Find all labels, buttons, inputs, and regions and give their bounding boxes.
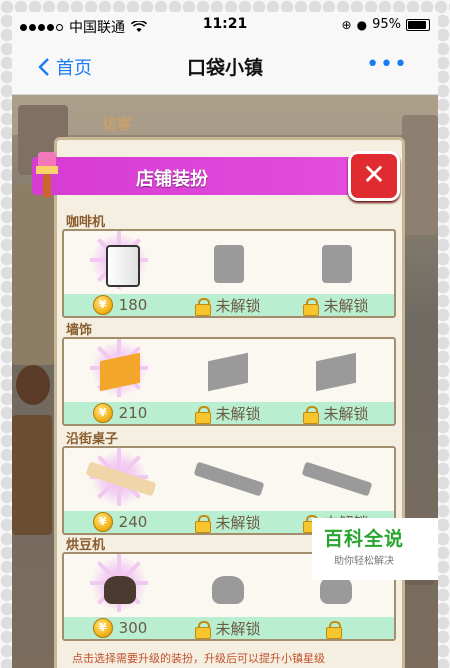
section-label: 沿街桌子 bbox=[66, 432, 119, 447]
locked-label: 未解锁 bbox=[215, 513, 261, 532]
lock-icon bbox=[303, 405, 320, 424]
item-footer: 未解锁 bbox=[178, 619, 278, 639]
item-price: 210 bbox=[118, 404, 148, 422]
lock-icon bbox=[195, 620, 212, 639]
status-bar: 中国联通 11:21 ⊕ ● 95% bbox=[12, 12, 438, 38]
shop-wall-left bbox=[12, 185, 54, 365]
lock-icon bbox=[195, 297, 212, 316]
roaster-icon bbox=[104, 576, 136, 604]
item-footer: 未解锁 bbox=[178, 513, 278, 533]
phone-screen: 中国联通 11:21 ⊕ ● 95% 首页 口袋小镇 ••• 访客 店铺装扮 ✕… bbox=[12, 12, 438, 668]
decor-card: ¥180 未解锁 未解锁 bbox=[62, 229, 396, 318]
coin-icon: ¥ bbox=[92, 618, 113, 638]
alarm-icon: ● bbox=[356, 17, 368, 32]
roaster-locked-icon bbox=[212, 576, 244, 604]
locked-label: 未解锁 bbox=[215, 619, 261, 638]
game-canvas: 访客 店铺装扮 ✕ 咖啡机 ¥180 未解锁 未解锁 墙饰 ¥210 未解锁 未解锁 沿街桌子 ¥… bbox=[12, 95, 438, 668]
watermark-subtitle: 助你轻松解决 bbox=[334, 556, 394, 567]
decor-item-locked[interactable]: 未解锁 bbox=[286, 339, 386, 424]
wall-decor-locked-icon bbox=[208, 352, 248, 392]
decor-item-locked[interactable]: 未解锁 bbox=[178, 231, 278, 316]
locked-label: 未解锁 bbox=[323, 404, 369, 423]
item-footer: 未解锁 bbox=[178, 404, 278, 424]
navigation-bar: 首页 口袋小镇 ••• bbox=[12, 38, 438, 95]
item-footer: 未解锁 bbox=[178, 296, 278, 316]
item-footer: ¥300 bbox=[70, 618, 170, 638]
dialog-footer-note: 点击选择需要升级的装扮，升级后可以提升小镇星级 bbox=[72, 652, 325, 665]
more-dots-icon[interactable]: ••• bbox=[366, 52, 408, 77]
item-price: 240 bbox=[118, 513, 148, 531]
lock-icon bbox=[195, 514, 212, 533]
battery-icon bbox=[406, 18, 430, 31]
decor-item-available[interactable]: ¥180 bbox=[70, 231, 170, 316]
section-label: 墙饰 bbox=[66, 323, 93, 338]
decor-item-locked[interactable]: 未解锁 bbox=[178, 339, 278, 424]
customer-avatar bbox=[16, 365, 50, 405]
battery-percent: 95% bbox=[372, 17, 401, 32]
close-x-icon[interactable]: ✕ bbox=[348, 151, 400, 201]
shop-wall-right bbox=[402, 115, 438, 235]
coin-icon: ¥ bbox=[92, 512, 113, 532]
decor-card: ¥210 未解锁 未解锁 bbox=[62, 337, 396, 426]
locked-label: 未解锁 bbox=[323, 296, 369, 315]
visitor-label: 访客 bbox=[102, 115, 133, 133]
decor-item-locked[interactable]: 未解锁 bbox=[286, 231, 386, 316]
shop-shelf bbox=[12, 415, 52, 535]
watermark-title: 百科全说 bbox=[324, 528, 405, 550]
orientation-lock-icon: ⊕ bbox=[341, 17, 352, 32]
roaster-locked-icon bbox=[320, 576, 352, 604]
item-price: 180 bbox=[118, 296, 148, 314]
coffee-machine-locked-icon bbox=[322, 245, 352, 283]
item-footer: ¥240 bbox=[70, 512, 170, 532]
decor-item-locked[interactable]: 未解锁 bbox=[178, 448, 278, 533]
watermark: 百科全说 助你轻松解决 bbox=[312, 518, 438, 580]
lock-icon bbox=[195, 405, 212, 424]
item-footer: ¥210 bbox=[70, 403, 170, 423]
coin-icon: ¥ bbox=[92, 295, 113, 315]
item-footer: ¥180 bbox=[70, 295, 170, 315]
lock-icon bbox=[326, 620, 342, 639]
stamp-edge-right bbox=[436, 0, 450, 668]
item-price: 300 bbox=[118, 619, 148, 637]
decor-item-locked[interactable]: 未解锁 bbox=[178, 554, 278, 639]
street-table-locked-icon bbox=[301, 461, 373, 497]
coffee-machine-icon bbox=[106, 245, 140, 287]
item-footer bbox=[286, 619, 386, 639]
decor-item-available[interactable]: ¥300 bbox=[70, 554, 170, 639]
item-footer: 未解锁 bbox=[286, 296, 386, 316]
dialog-title: 店铺装扮 bbox=[136, 169, 208, 190]
locked-label: 未解锁 bbox=[215, 404, 261, 423]
coin-icon: ¥ bbox=[92, 403, 113, 423]
item-footer: 未解锁 bbox=[286, 404, 386, 424]
locked-label: 未解锁 bbox=[215, 296, 261, 315]
lock-icon bbox=[303, 297, 320, 316]
section-label: 烘豆机 bbox=[66, 538, 106, 553]
section-label: 咖啡机 bbox=[66, 215, 106, 230]
street-table-locked-icon bbox=[193, 461, 265, 497]
decor-item-available[interactable]: ¥240 bbox=[70, 448, 170, 533]
wall-decor-locked-icon bbox=[316, 352, 356, 392]
decor-item-available[interactable]: ¥210 bbox=[70, 339, 170, 424]
coffee-machine-locked-icon bbox=[214, 245, 244, 283]
